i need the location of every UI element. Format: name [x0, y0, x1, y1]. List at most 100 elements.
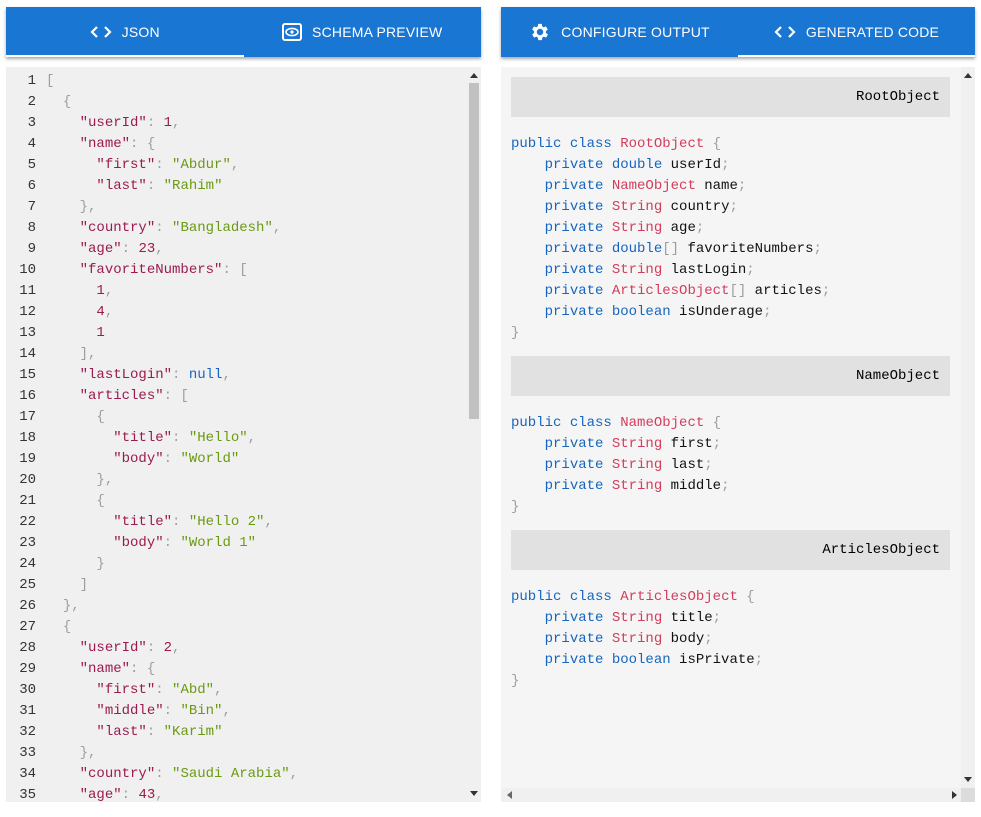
line-number: 22	[19, 514, 36, 530]
code-line: 28 "userId": 2,	[6, 638, 468, 659]
code-line: 1[	[6, 71, 468, 92]
code-token: :	[163, 703, 181, 719]
code-line: 3 "userId": 1,	[6, 113, 468, 134]
code-token: ]	[79, 577, 89, 593]
code-token: favoriteNumbers	[687, 241, 814, 257]
code-token: {	[737, 589, 755, 605]
code-token: ,	[272, 220, 282, 236]
line-number: 11	[19, 283, 36, 299]
code-line: 5 "first": "Abdur",	[6, 155, 468, 176]
left-tabbar: JSON SCHEMA PREVIEW	[6, 7, 481, 57]
eye-icon	[282, 23, 303, 41]
code-line: 2 {	[6, 92, 468, 113]
code-line: 30 "first": "Abd",	[6, 680, 468, 701]
code-token: "title"	[113, 514, 173, 530]
field-declaration: private double[] favoriteNumbers;	[511, 239, 950, 260]
code-token: :	[155, 766, 173, 782]
generated-code-view[interactable]: RootObject public class RootObject { pri…	[501, 67, 975, 802]
code-line: 9 "age": 23,	[6, 239, 468, 260]
code-token: 2	[163, 640, 173, 656]
scroll-down-icon[interactable]	[964, 777, 972, 782]
code-token: "body"	[113, 451, 164, 467]
tab-label: CONFIGURE OUTPUT	[561, 24, 710, 40]
field-declaration: private String title;	[511, 608, 950, 629]
scrollbar-thumb[interactable]	[469, 83, 479, 419]
scroll-up-icon[interactable]	[470, 73, 478, 78]
class-code: public class RootObject { private double…	[511, 117, 950, 344]
json-editor[interactable]: 1[2 {3 "userId": 1, 4 "name": {5 "first":…	[6, 67, 481, 802]
horizontal-scrollbar[interactable]	[501, 788, 961, 802]
line-number: 29	[19, 661, 36, 677]
line-number: 35	[19, 787, 36, 802]
line-number: 24	[19, 556, 36, 572]
code-token: {	[704, 415, 722, 431]
tab-json[interactable]: JSON	[6, 7, 244, 57]
tab-label: GENERATED CODE	[805, 24, 940, 40]
code-line: 20 },	[6, 470, 468, 491]
tab-schema-preview[interactable]: SCHEMA PREVIEW	[244, 7, 482, 57]
code-token: "Bin"	[180, 703, 223, 719]
code-line: 10 "favoriteNumbers": [	[6, 260, 468, 281]
code-token: class	[569, 589, 612, 605]
scroll-right-icon[interactable]	[952, 791, 957, 799]
code-line: 17 {	[6, 407, 468, 428]
code-token: NameObject	[611, 178, 696, 194]
line-number: 10	[19, 262, 36, 278]
scroll-up-icon[interactable]	[964, 73, 972, 78]
vertical-scrollbar[interactable]	[467, 67, 481, 802]
code-token: "World"	[180, 451, 240, 467]
field-declaration: private String lastLogin;	[511, 260, 950, 281]
code-token: 1	[96, 325, 105, 341]
code-line: 22 "title": "Hello 2",	[6, 512, 468, 533]
code-token: ;	[721, 157, 730, 173]
code-token: public	[511, 136, 562, 152]
vertical-scrollbar[interactable]	[961, 67, 975, 802]
class-header: RootObject	[511, 77, 950, 117]
tab-configure-output[interactable]: CONFIGURE OUTPUT	[501, 7, 738, 57]
code-token: 4	[96, 304, 105, 320]
code-token: String	[611, 457, 663, 473]
field-declaration: private String body;	[511, 629, 950, 650]
code-token: String	[611, 610, 663, 626]
code-token: },	[79, 199, 97, 215]
tab-label: JSON	[121, 24, 160, 40]
code-token: :	[146, 640, 164, 656]
field-declaration: private double userId;	[511, 155, 950, 176]
code-token: ,	[230, 157, 240, 173]
line-number: 25	[19, 577, 36, 593]
code-token: :	[146, 178, 164, 194]
code-token: :	[155, 220, 173, 236]
code-token: 43	[138, 787, 156, 802]
code-token: {	[96, 409, 105, 425]
line-number: 31	[19, 703, 36, 719]
code-line: 29 "name": {	[6, 659, 468, 680]
scroll-down-icon[interactable]	[470, 791, 478, 796]
line-number: 26	[19, 598, 36, 614]
code-line: 15 "lastLogin": null,	[6, 365, 468, 386]
code-token: isPrivate	[679, 652, 755, 668]
code-token: : {	[130, 661, 156, 677]
code-token: :	[155, 157, 173, 173]
code-token: RootObject	[620, 136, 705, 152]
tab-generated-code[interactable]: GENERATED CODE	[738, 7, 975, 57]
code-token: boolean	[611, 652, 671, 668]
scroll-left-icon[interactable]	[507, 791, 512, 799]
code-token: private	[544, 220, 604, 236]
code-token: "Hello"	[188, 430, 248, 446]
line-number: 2	[27, 94, 36, 110]
